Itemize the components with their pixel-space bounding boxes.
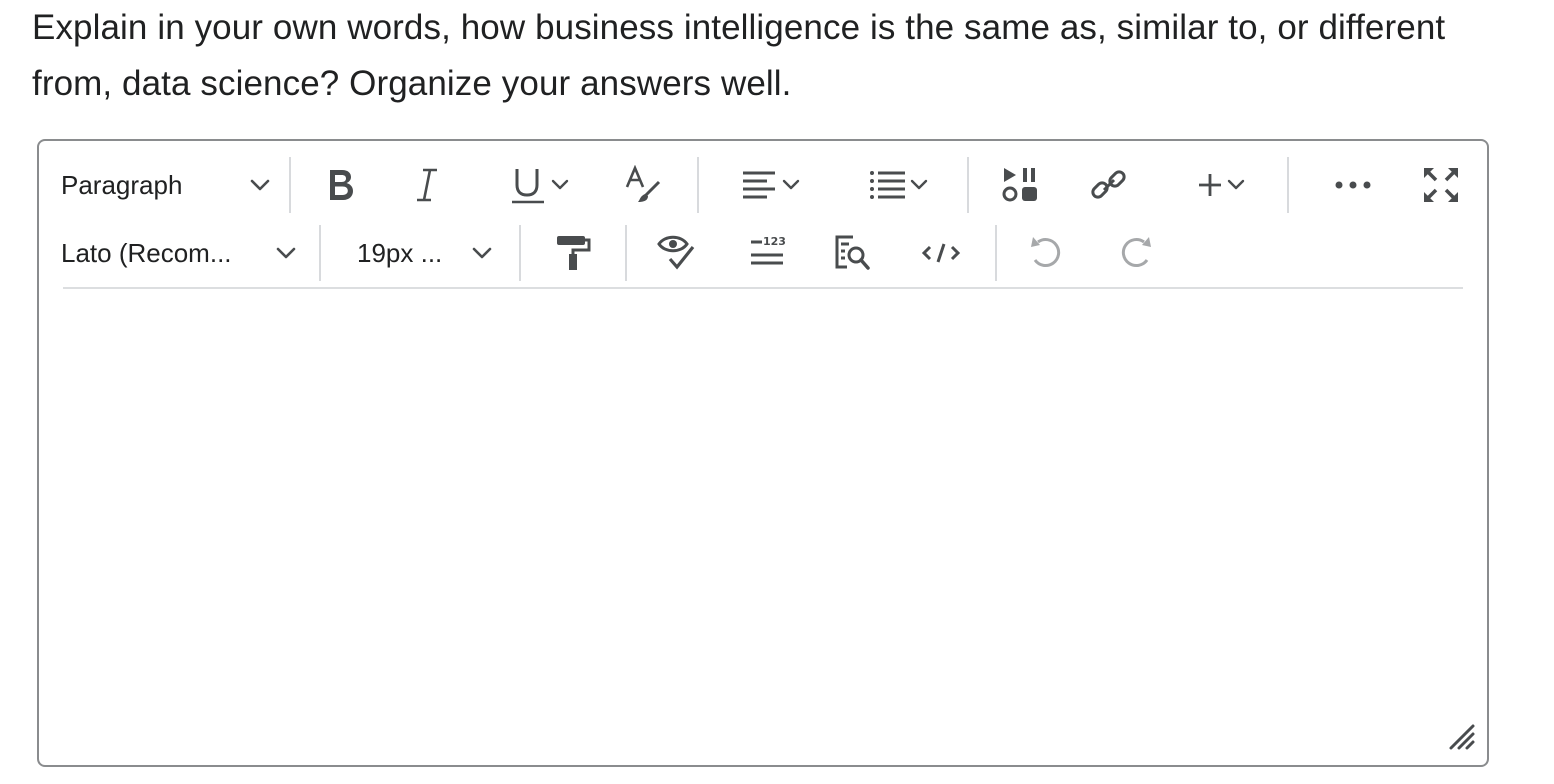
- chevron-down-icon: [780, 178, 802, 192]
- resize-handle[interactable]: [1447, 722, 1477, 757]
- format-painter-button[interactable]: [549, 221, 597, 285]
- word-count-button[interactable]: 123: [743, 221, 791, 285]
- plus-icon: [1195, 170, 1225, 200]
- text-style-icon: [623, 165, 663, 205]
- resize-handle-icon: [1447, 724, 1477, 756]
- rich-text-editor: Paragraph Lato (Recom... 19px ... 123: [37, 139, 1489, 767]
- source-code-icon: [921, 241, 961, 265]
- question-prompt: Explain in your own words, how business …: [32, 8, 1446, 103]
- more-button[interactable]: [1329, 153, 1377, 217]
- chevron-down-icon: [249, 178, 271, 192]
- toolbar-row-2: Lato (Recom... 19px ... 123: [39, 221, 1487, 289]
- redo-icon: [1115, 233, 1155, 273]
- font-size-label: 19px ...: [357, 237, 443, 268]
- insert-button[interactable]: [1179, 153, 1263, 217]
- underline-button[interactable]: [495, 153, 585, 217]
- underline-icon: [509, 165, 549, 205]
- bullet-list-icon: [868, 167, 908, 203]
- accessibility-check-button[interactable]: [653, 221, 701, 285]
- word-count-icon: 123: [747, 233, 787, 273]
- toolbar-divider: [63, 287, 1463, 289]
- toolbar-separator: [519, 225, 521, 281]
- align-icon: [740, 167, 780, 203]
- toolbar-separator: [697, 157, 699, 213]
- undo-button[interactable]: [1023, 221, 1071, 285]
- link-button[interactable]: [1085, 153, 1133, 217]
- italic-button[interactable]: [403, 153, 451, 217]
- font-family-select[interactable]: Lato (Recom...: [61, 221, 297, 285]
- toolbar-row-1: Paragraph: [39, 153, 1487, 221]
- bold-button[interactable]: [317, 153, 365, 217]
- editor-content-area[interactable]: [63, 291, 1463, 749]
- source-code-button[interactable]: [917, 221, 965, 285]
- align-button[interactable]: [729, 153, 813, 217]
- font-family-label: Lato (Recom...: [61, 237, 232, 268]
- toolbar-separator: [1287, 157, 1289, 213]
- accessibility-check-icon: [657, 233, 697, 273]
- chevron-down-icon: [275, 246, 297, 260]
- insert-media-button[interactable]: [997, 153, 1045, 217]
- fullscreen-icon: [1421, 165, 1461, 205]
- chevron-down-icon: [471, 246, 493, 260]
- toolbar-separator: [319, 225, 321, 281]
- bold-icon: [325, 167, 357, 203]
- find-replace-icon: [833, 233, 873, 273]
- undo-icon: [1027, 233, 1067, 273]
- svg-text:123: 123: [763, 235, 786, 248]
- chevron-down-icon: [1225, 178, 1247, 192]
- bullet-list-button[interactable]: [857, 153, 941, 217]
- toolbar-separator: [995, 225, 997, 281]
- chevron-down-icon: [908, 178, 930, 192]
- link-icon: [1089, 165, 1129, 205]
- block-format-select[interactable]: Paragraph: [61, 153, 271, 217]
- toolbar-separator: [289, 157, 291, 213]
- find-replace-button[interactable]: [829, 221, 877, 285]
- fullscreen-button[interactable]: [1417, 153, 1465, 217]
- chevron-down-icon: [549, 178, 571, 192]
- insert-media-icon: [1001, 165, 1041, 205]
- more-icon: [1333, 179, 1373, 191]
- format-painter-icon: [553, 233, 593, 273]
- block-format-label: Paragraph: [61, 169, 183, 200]
- text-style-button[interactable]: [619, 153, 667, 217]
- redo-button[interactable]: [1111, 221, 1159, 285]
- font-size-select[interactable]: 19px ...: [357, 221, 493, 285]
- toolbar-separator: [967, 157, 969, 213]
- toolbar-separator: [625, 225, 627, 281]
- italic-icon: [412, 167, 442, 203]
